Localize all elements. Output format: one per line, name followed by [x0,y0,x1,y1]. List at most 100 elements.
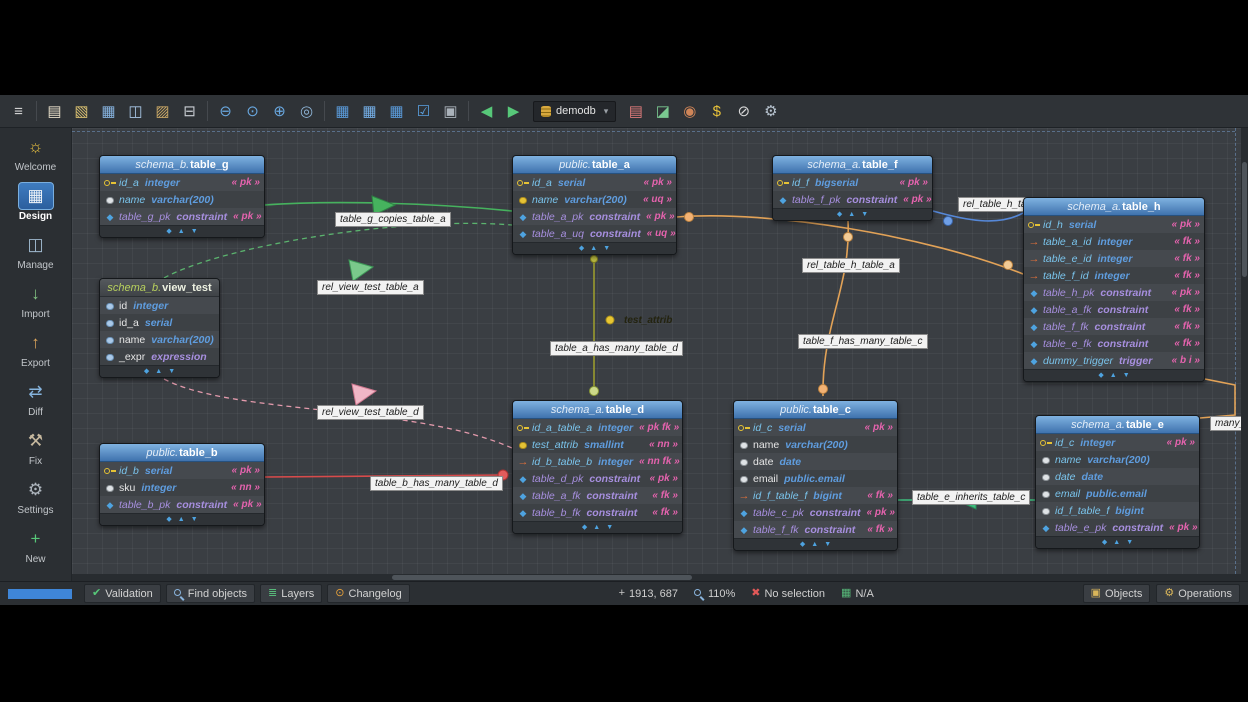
table-row[interactable]: id_b_table_binteger« nn fk » [513,453,682,470]
relationship-label[interactable]: rel_view_test_table_d [317,405,424,420]
table-row[interactable]: skuinteger« nn » [100,479,264,496]
operations-panel-button[interactable]: ⚙Operations [1156,584,1240,603]
plugins-icon[interactable]: ⚙ [758,99,783,124]
table-table_d[interactable]: schema_a.table_did_a_table_ainteger« pk … [512,400,683,534]
layers-button[interactable]: ≣Layers [260,584,322,603]
relationship-label[interactable]: test_attrib [620,314,676,329]
diagram-canvas[interactable]: table_g_copies_table_a rel_view_test_tabl… [72,128,1248,581]
zoom-in-icon[interactable]: ⊕ [267,99,292,124]
attribs-toggle-icon[interactable]: ◆ [582,522,587,534]
relationship-label[interactable]: rel_view_test_table_a [317,280,424,295]
relationship-line-many_table_h_has_many_table_e[interactable] [1200,379,1235,418]
back-icon[interactable]: ◀ [474,99,499,124]
sidebar-item-fix[interactable]: ⚒Fix [0,427,71,467]
view-view_test[interactable]: schema_b.view_testidintegerid_aserialnam… [99,278,220,378]
relationship-label[interactable]: table_e_inherits_table_c [912,490,1030,505]
new-model-icon[interactable]: ▤ [42,99,67,124]
table-header[interactable]: schema_a.table_e [1036,416,1199,434]
table-header[interactable]: public.table_c [734,401,897,419]
print-model-icon[interactable]: ⊟ [177,99,202,124]
table-row[interactable]: id_a_table_ainteger« pk fk » [513,419,682,436]
table-row[interactable]: id_bserial« pk » [100,462,264,479]
find-objects-button[interactable]: Find objects [166,584,255,603]
table-row[interactable]: table_e_pkconstraint« pk » [1036,519,1199,536]
horizontal-scrollbar-thumb[interactable] [392,575,692,580]
table-row[interactable]: id_ainteger« pk » [100,174,264,191]
table-row[interactable]: emailpublic.email [1036,485,1199,502]
table-row[interactable]: table_b_pkconstraint« pk » [100,496,264,513]
normal-zoom-icon[interactable]: ⊙ [240,99,265,124]
attribs-toggle-icon[interactable]: ◆ [1098,370,1103,382]
table-table_c[interactable]: public.table_cid_cserial« pk »namevarcha… [733,400,898,551]
table-row[interactable]: namevarchar(200) [100,191,264,208]
table-row[interactable]: id_aserial [100,314,219,331]
table-row[interactable]: id_aserial« pk » [513,174,676,191]
expand-icon[interactable]: ▼ [168,366,175,378]
table-header[interactable]: schema_b.table_g [100,156,264,174]
sidebar-item-export[interactable]: ↑Export [0,329,71,369]
attribs-toggle-icon[interactable]: ◆ [144,366,149,378]
relationship-label[interactable]: table_b_has_many_table_d [370,476,503,491]
table-table_h[interactable]: schema_a.table_hid_hserial« pk »table_a_… [1023,197,1205,382]
collapse-icon[interactable]: ▲ [848,209,855,221]
table-row[interactable]: table_a_fkconstraint« fk » [1024,301,1204,318]
table-row[interactable]: table_f_pkconstraint« pk » [773,191,932,208]
align-to-grid-icon[interactable]: ▦ [357,99,382,124]
collapse-icon[interactable]: ▲ [811,539,818,551]
collapse-icon[interactable]: ▲ [178,514,185,526]
export-model-icon[interactable]: ▨ [150,99,175,124]
relationship-label[interactable]: table_f_has_many_table_c [798,334,928,349]
sidebar-item-manage[interactable]: ◫Manage [0,231,71,271]
table-row[interactable]: table_f_fkconstraint« fk » [734,521,897,538]
table-header[interactable]: public.table_b [100,444,264,462]
relationship-label[interactable]: table_a_has_many_table_d [550,341,683,356]
table-table_a[interactable]: public.table_aid_aserial« pk »namevarcha… [512,155,677,255]
close-model-icon[interactable]: ▤ [623,99,648,124]
expand-icon[interactable]: ▼ [1123,370,1130,382]
table-row[interactable]: id_hserial« pk » [1024,216,1204,233]
table-row[interactable]: datedate [734,453,897,470]
save-model-icon[interactable]: ▦ [96,99,121,124]
table-row[interactable]: table_f_fkconstraint« fk » [1024,318,1204,335]
table-header[interactable]: schema_a.table_f [773,156,932,174]
table-row[interactable]: table_d_pkconstraint« pk » [513,470,682,487]
table-row[interactable]: table_c_pkconstraint« pk » [734,504,897,521]
diff-model-icon[interactable]: ◪ [650,99,675,124]
table-table_f[interactable]: schema_a.table_fid_fbigserial« pk »table… [772,155,933,221]
collapse-icon[interactable]: ▲ [155,366,162,378]
expand-icon[interactable]: ▼ [606,522,613,534]
compact-view-icon[interactable]: ☑ [411,99,436,124]
sql-tool-icon[interactable]: $ [704,99,729,124]
expand-icon[interactable]: ▼ [191,514,198,526]
table-row[interactable]: dummy_triggertrigger« b i » [1024,352,1204,369]
attribs-toggle-icon[interactable]: ◆ [166,514,171,526]
relationship-label[interactable]: table_g_copies_table_a [335,212,451,227]
vertical-scrollbar-thumb[interactable] [1242,162,1247,277]
fit-zoom-icon[interactable]: ◎ [294,99,319,124]
objects-panel-button[interactable]: ▣Objects [1083,584,1151,603]
disable-render-icon[interactable]: ⊘ [731,99,756,124]
forward-icon[interactable]: ▶ [501,99,526,124]
table-row[interactable]: id_f_table_fbigint« fk » [734,487,897,504]
table-row[interactable]: table_a_fkconstraint« fk » [513,487,682,504]
table-header[interactable]: schema_b.view_test [100,279,219,297]
collapse-icon[interactable]: ▲ [1113,537,1120,549]
database-selector[interactable]: demodb▾ [533,101,616,122]
main-menu-icon[interactable]: ≡ [6,99,31,124]
table-table_e[interactable]: schema_a.table_eid_cinteger« pk »namevar… [1035,415,1200,549]
table-row[interactable]: id_f_table_fbigint [1036,502,1199,519]
table-row[interactable]: idinteger [100,297,219,314]
expand-icon[interactable]: ▼ [861,209,868,221]
attribs-toggle-icon[interactable]: ◆ [837,209,842,221]
table-row[interactable]: table_h_pkconstraint« pk » [1024,284,1204,301]
collapse-icon[interactable]: ▲ [590,243,597,255]
attribs-toggle-icon[interactable]: ◆ [166,226,171,238]
sidebar-item-welcome[interactable]: ☼Welcome [0,133,71,173]
collapse-icon[interactable]: ▲ [178,226,185,238]
zoom-out-icon[interactable]: ⊖ [213,99,238,124]
table-row[interactable]: id_fbigserial« pk » [773,174,932,191]
expand-icon[interactable]: ▼ [603,243,610,255]
expand-icon[interactable]: ▼ [824,539,831,551]
table-header[interactable]: public.table_a [513,156,676,174]
table-header[interactable]: schema_a.table_d [513,401,682,419]
